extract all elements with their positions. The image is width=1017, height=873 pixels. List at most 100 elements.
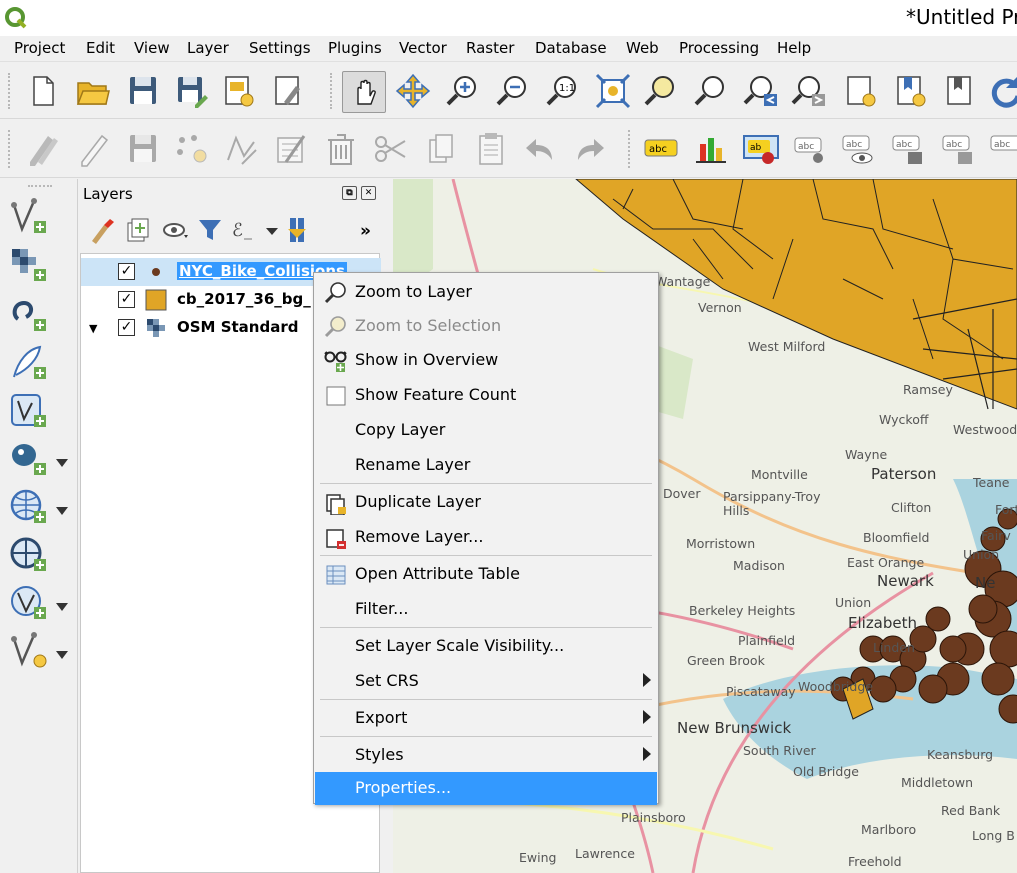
expand-arrow-icon[interactable]: ▼ (89, 322, 97, 335)
temporal-controller-icon[interactable] (942, 72, 980, 110)
add-mesh-layer-icon[interactable] (8, 295, 48, 335)
highlight-pinned-labels-icon[interactable]: ab (742, 130, 780, 168)
new-print-layout-icon[interactable] (220, 72, 258, 110)
menu-item-duplicate-layer[interactable]: Duplicate Layer (315, 485, 657, 520)
zoom-last-icon[interactable] (742, 72, 780, 110)
vertex-tool-icon[interactable] (222, 130, 260, 168)
copy-features-icon[interactable] (422, 130, 460, 168)
zoom-out-icon[interactable] (494, 72, 532, 110)
toolbar-grip[interactable] (8, 73, 12, 109)
filter-legend-icon[interactable] (196, 215, 224, 245)
layer-visibility-checkbox[interactable]: ✓ (118, 319, 135, 336)
new-shapefile-layer-icon[interactable] (8, 631, 48, 671)
cut-features-icon[interactable] (372, 130, 410, 168)
menu-item-properties[interactable]: Properties... (315, 772, 657, 805)
new-bookmark-icon[interactable] (842, 72, 880, 110)
zoom-next-icon[interactable] (790, 72, 828, 110)
pan-to-selection-icon[interactable] (394, 72, 432, 110)
layer-visibility-checkbox[interactable]: ✓ (118, 263, 135, 280)
undo-icon[interactable] (522, 130, 560, 168)
close-panel-button[interactable]: ✕ (361, 186, 376, 200)
chevron-down-icon[interactable] (56, 603, 68, 611)
chevron-down-icon[interactable] (264, 215, 280, 245)
menu-item-open-attribute-table[interactable]: Open Attribute Table (315, 557, 657, 592)
add-group-icon[interactable] (124, 215, 152, 245)
menu-plugins[interactable]: Plugins (328, 39, 382, 57)
layer-labeling-icon[interactable]: abc (642, 130, 680, 168)
add-point-feature-icon[interactable] (172, 130, 210, 168)
menu-item-filter[interactable]: Filter... (315, 592, 657, 627)
menu-item-styles[interactable]: Styles (315, 738, 657, 773)
show-bookmarks-icon[interactable] (892, 72, 930, 110)
change-label-icon[interactable]: abc (988, 130, 1017, 168)
new-project-icon[interactable] (24, 72, 62, 110)
modify-attributes-icon[interactable] (272, 130, 310, 168)
chevron-down-icon[interactable] (56, 459, 68, 467)
move-label-icon[interactable]: abc (890, 130, 928, 168)
zoom-to-selection-icon[interactable] (642, 72, 680, 110)
menu-edit[interactable]: Edit (86, 39, 115, 57)
save-project-icon[interactable] (124, 72, 162, 110)
menu-help[interactable]: Help (777, 39, 811, 57)
edit-pencil-icon[interactable] (74, 130, 112, 168)
more-tools-button[interactable]: » (360, 221, 371, 241)
chevron-down-icon[interactable] (56, 507, 68, 515)
layer-visibility-checkbox[interactable]: ✓ (118, 291, 135, 308)
delete-selected-icon[interactable] (322, 130, 360, 168)
toolbar-grip[interactable] (330, 73, 334, 109)
menu-web[interactable]: Web (626, 39, 659, 57)
menu-item-export[interactable]: Export (315, 701, 657, 736)
refresh-icon[interactable] (986, 72, 1017, 110)
menu-item-zoom-to-selection[interactable]: Zoom to Selection (315, 309, 657, 344)
add-postgis-layer-icon[interactable] (8, 439, 48, 479)
menu-item-zoom-to-layer[interactable]: Zoom to Layer (315, 275, 657, 310)
toolbar-grip[interactable] (628, 130, 632, 168)
menu-item-set-layer-scale-visibility[interactable]: Set Layer Scale Visibility... (315, 629, 657, 664)
zoom-to-layer-icon[interactable] (692, 72, 730, 110)
menu-view[interactable]: View (134, 39, 170, 57)
zoom-full-icon[interactable] (594, 72, 632, 110)
menu-database[interactable]: Database (535, 39, 607, 57)
data-source-manager-icon[interactable] (8, 197, 48, 237)
open-project-icon[interactable] (74, 72, 112, 110)
menu-item-rename-layer[interactable]: Rename Layer (315, 448, 657, 483)
menu-item-remove-layer[interactable]: Remove Layer... (315, 520, 657, 555)
rotate-label-icon[interactable]: abc (940, 130, 978, 168)
save-as-icon[interactable] (173, 72, 211, 110)
manage-map-themes-icon[interactable] (162, 215, 190, 245)
layout-manager-icon[interactable] (270, 72, 308, 110)
menu-layer[interactable]: Layer (187, 39, 229, 57)
toolbar-grip[interactable] (8, 130, 12, 168)
layer-diagram-icon[interactable] (692, 130, 730, 168)
chevron-down-icon[interactable] (56, 651, 68, 659)
menu-item-set-crs[interactable]: Set CRS (315, 664, 657, 699)
menu-project[interactable]: Project (14, 39, 65, 57)
zoom-native-icon[interactable]: 1:1 (544, 72, 582, 110)
menu-settings[interactable]: Settings (249, 39, 311, 57)
save-edits-icon[interactable] (124, 130, 162, 168)
menu-processing[interactable]: Processing (679, 39, 759, 57)
add-spatialite-layer-icon[interactable] (8, 391, 48, 431)
menu-item-show-in-overview[interactable]: Show in Overview (315, 343, 657, 378)
zoom-in-icon[interactable] (444, 72, 482, 110)
pan-map-icon[interactable] (342, 71, 386, 113)
show-hide-labels-icon[interactable]: abc (840, 130, 878, 168)
open-layer-styling-icon[interactable] (88, 215, 116, 245)
layer-name[interactable]: OSM Standard (177, 318, 298, 336)
menu-raster[interactable]: Raster (466, 39, 514, 57)
filter-by-expression-icon[interactable]: ℰ (230, 215, 258, 245)
checkbox-icon[interactable] (324, 384, 348, 408)
pin-labels-icon[interactable]: abc (792, 130, 830, 168)
add-raster-layer-icon[interactable] (8, 245, 48, 285)
add-virtual-layer-icon[interactable] (8, 583, 48, 623)
redo-icon[interactable] (570, 130, 608, 168)
toolbar-grip[interactable] (28, 185, 52, 187)
expand-all-icon[interactable] (284, 215, 312, 245)
paste-features-icon[interactable] (472, 130, 510, 168)
add-delimited-text-layer-icon[interactable] (8, 343, 48, 383)
toggle-editing-icon[interactable] (24, 130, 62, 168)
menu-vector[interactable]: Vector (399, 39, 447, 57)
layer-name[interactable]: cb_2017_36_bg_ (177, 290, 311, 308)
add-wfs-layer-icon[interactable] (8, 535, 48, 575)
float-panel-button[interactable]: ⧉ (342, 186, 357, 200)
